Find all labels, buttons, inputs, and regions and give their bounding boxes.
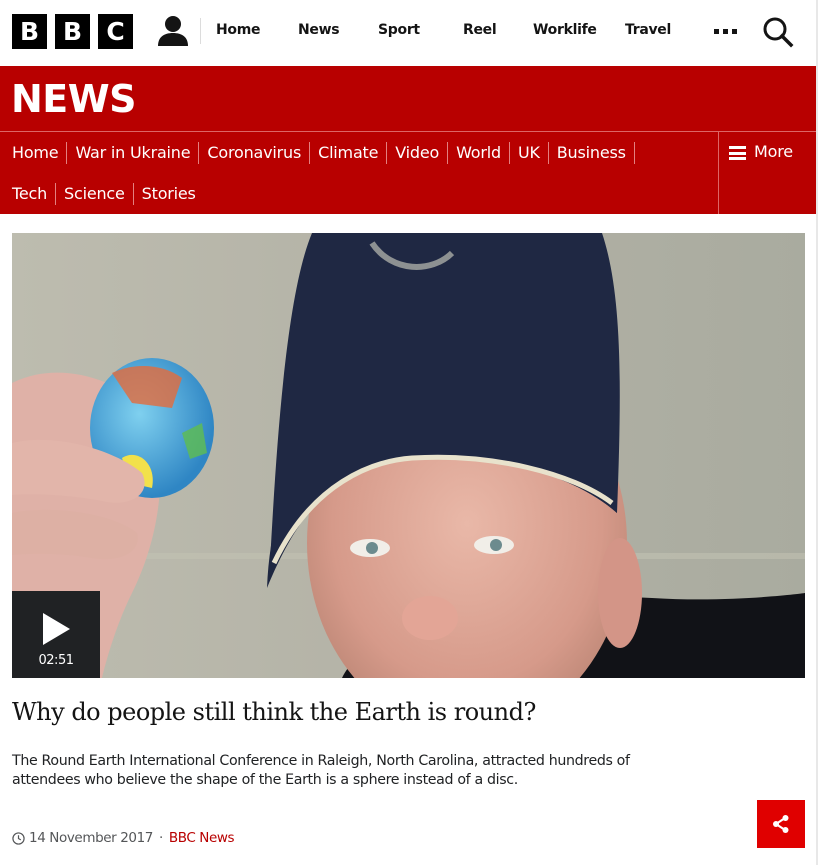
- global-nav-worklife[interactable]: Worklife: [533, 22, 597, 38]
- hamburger-icon: [729, 146, 746, 160]
- news-brand-title[interactable]: NEWS: [11, 77, 137, 121]
- thumbnail-image: [12, 233, 805, 678]
- section-nav-business[interactable]: Business: [549, 142, 635, 164]
- video-thumbnail[interactable]: [12, 233, 805, 678]
- section-navigation: Home War in Ukraine Coronavirus Climate …: [0, 132, 718, 214]
- article-summary: The Round Earth International Conference…: [12, 753, 630, 788]
- article-metadata: 14 November 2017 · BBC News: [12, 830, 235, 846]
- more-dots-icon[interactable]: [714, 22, 738, 38]
- share-icon: [773, 815, 789, 833]
- global-navigation: B B C Home News Sport Reel Worklife Trav…: [0, 0, 818, 66]
- search-icon[interactable]: [762, 16, 794, 48]
- section-nav-row: Tech Science Stories: [0, 182, 204, 206]
- global-nav-travel[interactable]: Travel: [625, 22, 671, 38]
- play-video-button[interactable]: 02:51: [12, 591, 100, 678]
- section-nav-science[interactable]: Science: [56, 183, 134, 205]
- section-nav-tech[interactable]: Tech: [0, 183, 57, 205]
- user-icon[interactable]: [157, 15, 189, 47]
- global-nav-home[interactable]: Home: [216, 22, 261, 38]
- global-nav-sport[interactable]: Sport: [378, 22, 420, 38]
- clock-icon: [12, 831, 25, 845]
- more-sections-button[interactable]: More: [718, 132, 818, 214]
- section-nav-war-in-ukraine[interactable]: War in Ukraine: [67, 142, 200, 164]
- global-nav-reel[interactable]: Reel: [463, 22, 497, 38]
- meta-separator: ·: [158, 830, 163, 846]
- nav-divider: [200, 18, 201, 44]
- bbc-logo[interactable]: B B C: [12, 14, 133, 49]
- article-date: 14 November 2017: [29, 830, 153, 846]
- section-nav-row: Home War in Ukraine Coronavirus Climate …: [0, 141, 635, 165]
- section-nav-video[interactable]: Video: [387, 142, 449, 164]
- logo-block: B: [12, 14, 47, 49]
- article-headline: Why do people still think the Earth is r…: [12, 698, 536, 726]
- play-icon: [43, 613, 70, 645]
- global-nav-news[interactable]: News: [298, 22, 340, 38]
- share-button[interactable]: [757, 800, 805, 848]
- section-nav-home[interactable]: Home: [0, 142, 68, 164]
- article-source-link[interactable]: BBC News: [169, 830, 235, 846]
- video-duration: 02:51: [38, 653, 74, 668]
- section-nav-uk[interactable]: UK: [510, 142, 549, 164]
- section-nav-climate[interactable]: Climate: [310, 142, 388, 164]
- section-nav-coronavirus[interactable]: Coronavirus: [199, 142, 311, 164]
- section-nav-stories[interactable]: Stories: [134, 183, 204, 205]
- section-nav-world[interactable]: World: [448, 142, 510, 164]
- more-label: More: [754, 142, 793, 161]
- logo-block: C: [98, 14, 133, 49]
- logo-block: B: [55, 14, 90, 49]
